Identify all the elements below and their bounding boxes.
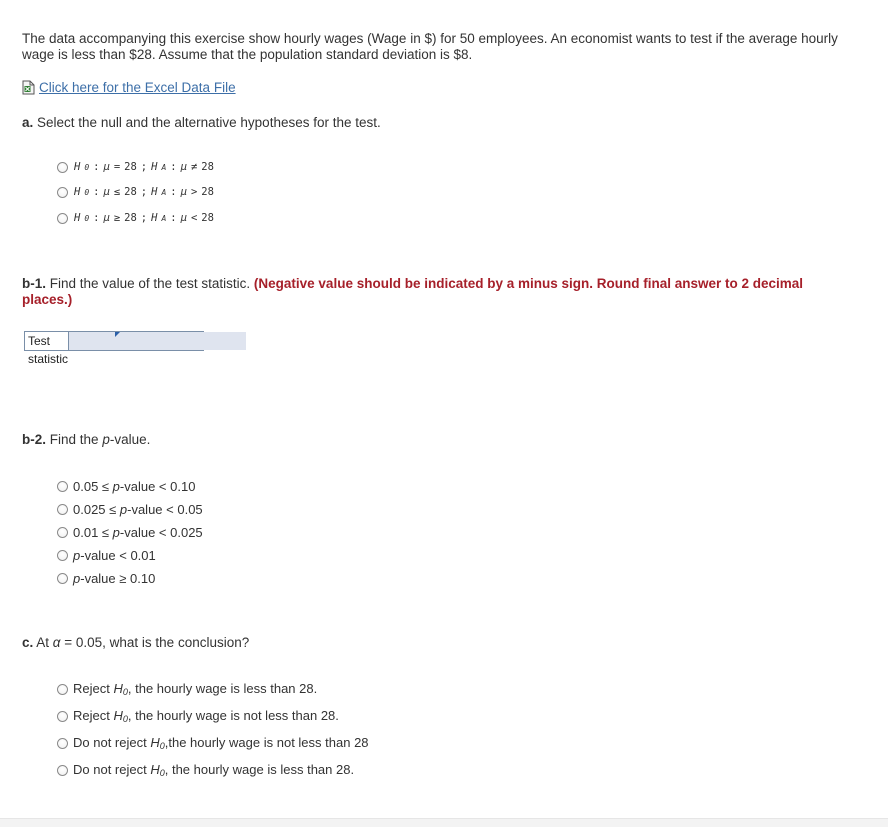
p-value-option-5[interactable]: p-value ≥ 0.10 [57, 571, 155, 586]
p-value-option-1[interactable]: 0.05 ≤ p-value < 0.10 [57, 479, 195, 494]
question-b1-text: Find the value of the test statistic. [49, 276, 251, 291]
question-a-text: Select the null and the alternative hypo… [37, 115, 381, 130]
radio-button[interactable] [57, 527, 68, 538]
p-value-option-4[interactable]: p-value < 0.01 [57, 548, 156, 563]
question-b1-prefix: b-1. [22, 276, 47, 291]
radio-button[interactable] [57, 161, 68, 173]
radio-button[interactable] [57, 764, 68, 776]
conclusion-option-3[interactable]: Do not reject H0,the hourly wage is not … [57, 735, 369, 751]
conclusion-option-1[interactable]: Reject H0, the hourly wage is less than … [57, 681, 317, 697]
question-c: c. At α = 0.05, what is the conclusion? [22, 635, 250, 650]
hypothesis-option-1[interactable]: H0: μ = 28; HA: μ ≠ 28 [57, 161, 214, 173]
question-a-prefix: a. [22, 115, 34, 130]
question-a: a. Select the null and the alternative h… [22, 115, 381, 130]
question-c-prefix: c. [22, 635, 34, 650]
radio-button[interactable] [57, 550, 68, 561]
radio-button[interactable] [57, 573, 68, 584]
document-icon [22, 80, 35, 95]
p-value-option-3[interactable]: 0.01 ≤ p-value < 0.025 [57, 525, 203, 540]
question-b2-prefix: b-2. [22, 432, 47, 447]
excel-data-link-row: Click here for the Excel Data File [22, 80, 236, 95]
conclusion-option-2[interactable]: Reject H0, the hourly wage is not less t… [57, 708, 339, 724]
p-value-option-2[interactable]: 0.025 ≤ p-value < 0.05 [57, 502, 203, 517]
hypothesis-option-3[interactable]: H0: μ ≥ 28; HA: μ < 28 [57, 212, 214, 224]
question-b2: b-2. Find the p-value. [22, 432, 151, 447]
radio-button[interactable] [57, 710, 68, 722]
radio-button[interactable] [57, 683, 68, 695]
radio-button[interactable] [57, 481, 68, 492]
test-statistic-row: Test statistic [24, 331, 247, 366]
problem-intro: The data accompanying this exercise show… [22, 31, 838, 62]
test-statistic-input[interactable] [69, 332, 247, 350]
radio-button[interactable] [57, 212, 68, 224]
radio-button[interactable] [57, 186, 68, 198]
question-b1: b-1. Find the value of the test statisti… [22, 276, 852, 308]
excel-data-file-link[interactable]: Click here for the Excel Data File [39, 80, 236, 95]
test-statistic-label: Test statistic [25, 332, 70, 366]
radio-button[interactable] [57, 504, 68, 515]
conclusion-option-4[interactable]: Do not reject H0, the hourly wage is les… [57, 762, 354, 778]
input-marker-icon [115, 332, 120, 337]
hypothesis-option-2[interactable]: H0: μ ≤ 28; HA: μ > 28 [57, 186, 214, 198]
radio-button[interactable] [57, 737, 68, 749]
